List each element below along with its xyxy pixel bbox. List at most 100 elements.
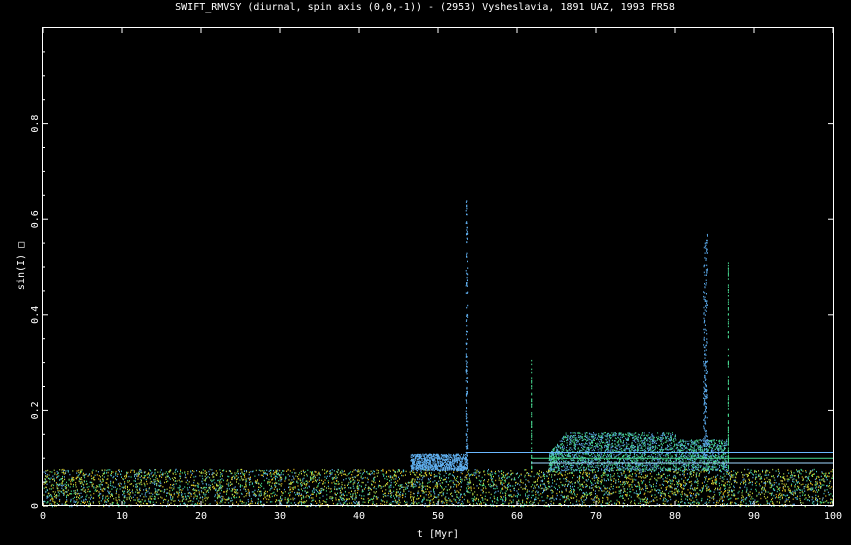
band-point (799, 492, 801, 494)
band-point (683, 487, 685, 490)
band-point (278, 483, 280, 485)
band-point (653, 500, 655, 502)
band-point (691, 492, 692, 495)
band-point (794, 485, 796, 487)
band-point (434, 480, 436, 482)
band-point (350, 480, 352, 483)
band-point (84, 489, 86, 491)
band-point (793, 503, 795, 506)
band-point (547, 472, 549, 474)
band-point (451, 474, 453, 476)
band-point (751, 480, 753, 483)
band-point (417, 476, 419, 478)
band-point (699, 472, 701, 475)
band-point (715, 487, 716, 490)
band-point (617, 501, 619, 503)
band-point (99, 497, 101, 499)
band-point (340, 498, 342, 501)
band-point (691, 475, 693, 478)
band-point (216, 502, 218, 505)
band-point (789, 500, 791, 503)
band-point (727, 480, 729, 483)
band-point (283, 470, 285, 472)
band-point (509, 499, 511, 502)
band-point (807, 477, 809, 479)
band-point (766, 501, 768, 503)
band-point (89, 481, 91, 483)
band-point (639, 492, 641, 494)
band-point (674, 491, 676, 494)
band-point (380, 499, 382, 501)
band-point (544, 487, 546, 489)
band-point (335, 497, 337, 499)
band-point (790, 485, 792, 487)
band-point (68, 479, 70, 481)
band-point (242, 474, 244, 476)
band-point (361, 491, 363, 493)
band-point (47, 496, 49, 498)
band-point (602, 472, 604, 474)
band-point (152, 493, 154, 495)
band-point (462, 502, 464, 504)
band-point (585, 471, 587, 474)
band-point (274, 486, 276, 488)
band-point (248, 493, 250, 495)
band-point (728, 491, 730, 493)
band-point (537, 492, 539, 494)
band-point (484, 474, 486, 476)
band-point (199, 475, 201, 477)
band-point (678, 479, 680, 481)
band-point (325, 503, 327, 506)
band-point (829, 487, 831, 489)
band-point (226, 489, 228, 491)
band-point (291, 481, 293, 484)
band-point (639, 506, 641, 508)
band-point (716, 501, 717, 504)
band-point (301, 497, 303, 500)
band-point (744, 468, 746, 471)
band-point (82, 474, 84, 476)
band-point (230, 481, 232, 483)
band-point (580, 497, 582, 500)
band-point (180, 469, 182, 471)
band-point (350, 471, 352, 473)
band-point (768, 502, 770, 505)
band-point (56, 495, 58, 497)
band-point (162, 473, 163, 475)
band-point (732, 476, 734, 478)
band-point (468, 477, 470, 480)
band-point (159, 471, 161, 473)
band-point (821, 471, 823, 473)
band-point (458, 492, 460, 494)
band-point (757, 500, 759, 502)
band-point (512, 505, 514, 508)
band-point (824, 481, 826, 483)
band-point (115, 472, 117, 475)
band-point (815, 484, 817, 486)
band-point (169, 490, 171, 492)
band-point (174, 471, 176, 473)
band-point (599, 501, 601, 503)
band-point (155, 476, 157, 479)
band-point (367, 481, 369, 483)
band-point (271, 482, 273, 484)
band-point (124, 495, 126, 497)
band-point (398, 499, 400, 502)
band-point (376, 472, 378, 474)
band-point (631, 473, 633, 476)
band-point (791, 493, 793, 495)
band-point (162, 501, 164, 503)
band-point (193, 470, 195, 473)
band-point (145, 495, 147, 498)
band-point (136, 497, 138, 499)
band-point (646, 487, 648, 489)
band-point (388, 485, 390, 487)
band-point (97, 471, 99, 473)
band-point (422, 482, 424, 484)
band-point (397, 469, 399, 471)
band-point (575, 501, 577, 503)
band-point (730, 474, 732, 476)
band-point (732, 490, 734, 492)
band-point (720, 487, 722, 489)
band-point (771, 498, 772, 501)
